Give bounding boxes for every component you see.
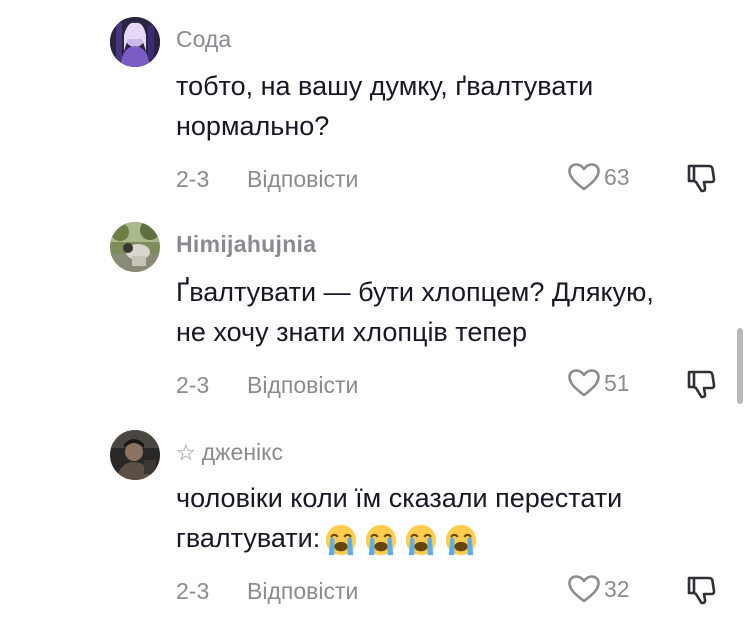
heart-icon [568, 163, 600, 191]
thumbs-down-icon [687, 370, 716, 399]
comment-text-line: не хочу знати хлопців тепер [176, 317, 528, 347]
avatar-dark-photo-icon [110, 430, 160, 480]
dislike-button[interactable] [685, 574, 717, 606]
comment-date: 2-3 [176, 372, 210, 398]
comment-username[interactable]: Сода [176, 26, 231, 53]
like-button[interactable]: 32 [567, 574, 630, 604]
avatar[interactable] [110, 17, 160, 67]
reply-button[interactable]: Відповісти [247, 166, 358, 193]
heart-icon [568, 369, 600, 397]
comment-date: 2-3 [176, 578, 210, 604]
like-button[interactable]: 51 [567, 368, 630, 398]
avatar-purple-figure-icon [110, 17, 160, 67]
avatar-green-outdoor-icon [110, 222, 160, 272]
comment-text-line-with-emoji: гвалтувати: [176, 518, 716, 558]
comment-text-line: гвалтувати: [176, 523, 321, 553]
comment-text-line: чоловіки коли їм сказали перестати [176, 483, 623, 513]
loudly-crying-face-icon [406, 524, 437, 555]
star-icon: ☆ [176, 440, 196, 465]
comment-username[interactable]: Himijahujnia [176, 231, 316, 258]
emoji-row [324, 523, 478, 557]
comment-meta: 2-3 Відповісти [176, 166, 358, 193]
scrollbar[interactable] [737, 328, 743, 404]
like-count: 32 [604, 575, 630, 602]
thumbs-down-icon [687, 576, 716, 605]
like-button[interactable]: 63 [567, 162, 630, 192]
comment-text: тобто, на вашу думку, ґвалтувати нормаль… [176, 66, 716, 146]
comment-text: чоловіки коли їм сказали перестати гвалт… [176, 478, 716, 558]
dislike-button[interactable] [685, 162, 717, 194]
comment-meta: 2-3 Відповісти [176, 578, 358, 605]
dislike-button[interactable] [685, 368, 717, 400]
thumbs-down-icon [687, 164, 716, 193]
loudly-crying-face-icon [326, 524, 357, 555]
comment-text-line: нормально? [176, 111, 330, 141]
comment-date: 2-3 [176, 166, 210, 192]
reply-button[interactable]: Відповісти [247, 578, 358, 605]
avatar[interactable] [110, 430, 160, 480]
comment-text: Ґвалтувати — бути хлопцем? Длякую, не хо… [176, 272, 716, 352]
comment-meta: 2-3 Відповісти [176, 372, 358, 399]
loudly-crying-face-icon [446, 524, 477, 555]
heart-icon [568, 575, 600, 603]
comment-text-line: тобто, на вашу думку, ґвалтувати [176, 71, 594, 101]
comment-text-line: Ґвалтувати — бути хлопцем? Длякую, [176, 277, 654, 307]
username-text: дженікс [201, 439, 283, 465]
loudly-crying-face-icon [366, 524, 397, 555]
comment-username[interactable]: ☆ дженікс [176, 439, 283, 466]
reply-button[interactable]: Відповісти [247, 372, 358, 399]
like-count: 63 [604, 163, 630, 190]
avatar[interactable] [110, 222, 160, 272]
like-count: 51 [604, 369, 630, 396]
